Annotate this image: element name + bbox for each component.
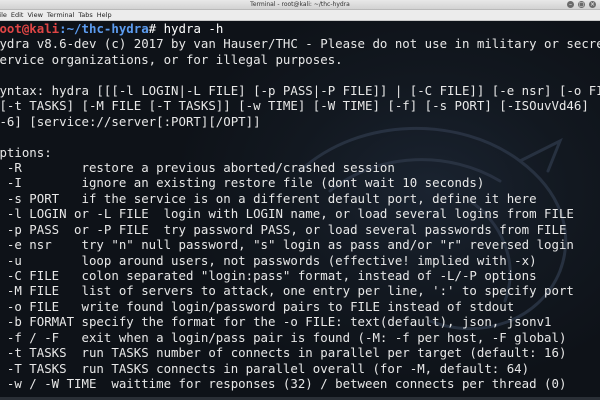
title-bar[interactable]: Terminal - root@kali: ~/thc-hydra – ▢ × xyxy=(0,0,600,10)
terminal-window: Terminal - root@kali: ~/thc-hydra – ▢ × … xyxy=(0,0,600,400)
output-line: Hydra v8.6-dev (c) 2017 by van Hauser/TH… xyxy=(0,36,600,52)
output-line: -t TASKS run TASKS number of connects in… xyxy=(0,345,567,361)
output-line: -s PORT if the service is on a different… xyxy=(0,190,537,206)
output-line: -I ignore an existing restore file (dont… xyxy=(0,175,485,191)
output-line: -l LOGIN or -L FILE login with LOGIN nam… xyxy=(0,206,574,222)
prompt-command: hydra -h xyxy=(156,21,224,36)
output-line: service organizations, or for illegal pu… xyxy=(0,51,343,67)
menu-file[interactable]: File xyxy=(0,10,9,20)
prompt-line: root@kali:~/thc-hydra# hydra -h xyxy=(0,21,600,36)
output-line: -C FILE colon separated "login:pass" for… xyxy=(0,268,537,283)
menu-terminal[interactable]: Terminal xyxy=(45,10,76,20)
output-line: -u loop around users, not passwords (eff… xyxy=(0,252,537,268)
output-line: -T TASKS run TASKS connects in parallel … xyxy=(0,360,530,376)
menu-tabs[interactable]: Tabs xyxy=(76,10,94,20)
output-line: -M FILE list of servers to attack, one e… xyxy=(0,283,574,299)
output-line: Options: xyxy=(0,144,52,160)
output-line: -R restore a previous aborted/crashed se… xyxy=(0,159,395,175)
output-line: -w / -W TIME waittime for responses (32)… xyxy=(0,376,567,392)
output-line: -b FORMAT specify the format for the -o … xyxy=(0,314,552,330)
menu-help[interactable]: Help xyxy=(95,10,114,20)
maximize-button[interactable]: ▢ xyxy=(578,1,585,8)
output-line: -p PASS or -P FILE try password PASS, or… xyxy=(0,221,567,237)
menu-edit[interactable]: Edit xyxy=(9,10,26,20)
minimize-button[interactable]: – xyxy=(567,1,574,8)
output-line: [-t TASKS] [-M FILE [-T TASKS]] [-w TIME… xyxy=(0,98,589,114)
terminal-output: root@kali:~/thc-hydra# hydra -hHydra v8.… xyxy=(0,21,600,392)
output-line: -e nsr try "n" null password, "s" login … xyxy=(0,237,574,253)
close-button[interactable]: × xyxy=(589,1,596,8)
menu-bar: File Edit View Terminal Tabs Help xyxy=(0,10,600,21)
output-line: [-6] [service://server[:PORT][/OPT]] xyxy=(0,113,261,129)
prompt-user-host: root@kali xyxy=(0,21,60,36)
output-line: -o FILE write found login/password pairs… xyxy=(0,298,515,314)
window-title: Terminal - root@kali: ~/thc-hydra xyxy=(250,1,350,8)
output-line: Syntax: hydra [[[-l LOGIN|-L FILE] [-p P… xyxy=(0,82,600,98)
output-line: -f / -F exit when a login/pass pair is f… xyxy=(0,329,567,345)
terminal-area[interactable]: root@kali:~/thc-hydra# hydra -hHydra v8.… xyxy=(0,21,600,400)
window-controls: – ▢ × xyxy=(567,1,596,8)
menu-view[interactable]: View xyxy=(25,10,44,20)
prompt-path: :~/thc-hydra xyxy=(59,21,149,36)
